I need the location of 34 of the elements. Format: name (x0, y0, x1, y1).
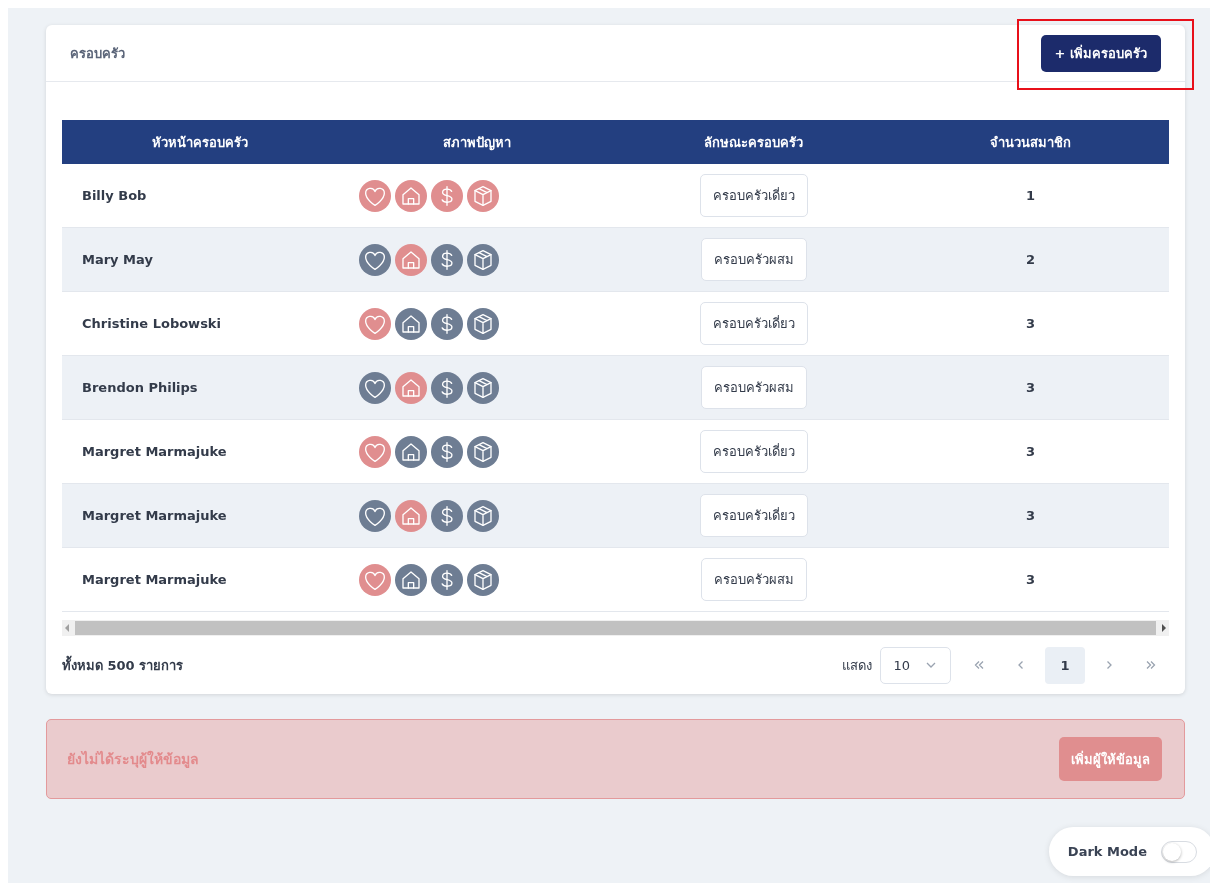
table-cell: 3 (1026, 380, 1036, 395)
horizontal-scrollbar[interactable] (62, 620, 1169, 636)
column-header: ลักษณะครอบครัว (703, 133, 805, 152)
column-header: สภาพปัญหา (442, 133, 513, 153)
table-cell-text: Margret Marmajuke (81, 444, 228, 459)
table-cell-text: Mary May (81, 252, 154, 267)
table-cell: 3 (1026, 316, 1036, 331)
card-title: ครอบครัว (70, 44, 125, 63)
column-header: จำนวนสมาชิก (989, 133, 1073, 152)
family-type-tag: ครอบครัวเดี่ยว (699, 430, 808, 473)
table-cell: 3 (1026, 572, 1036, 587)
table-cell-text: Margret Marmajuke (81, 572, 228, 587)
table-cell-text: Brendon Philips (81, 380, 199, 395)
family-type-tag: ครอบครัวผสม (700, 366, 807, 409)
family-type-tag: ครอบครัวผสม (700, 238, 807, 281)
table-cell-text: Christine Lobowski (81, 316, 222, 331)
table-cell: 2 (1026, 252, 1036, 267)
page-button[interactable]: 1 (1045, 646, 1085, 684)
warning-message: ยังไม่ได้ระบุผู้ให้ข้อมูล (67, 749, 199, 770)
column-header: หัวหน้าครอบครัว (151, 133, 250, 152)
total-count: ทั้งหมด 500 รายการ (62, 654, 184, 675)
family-type-tag: ครอบครัวเดี่ยว (699, 494, 808, 537)
family-type-tag: ครอบครัวเดี่ยว (699, 302, 808, 345)
add-family-button[interactable]: + เพิ่มครอบครัว (1040, 34, 1161, 72)
table-cell: 3 (1026, 444, 1036, 459)
table-cell-text: Margret Marmajuke (81, 508, 228, 523)
table-cell: 1 (1026, 188, 1036, 203)
dark-mode-label: Dark Mode (1067, 844, 1147, 859)
family-type-tag: ครอบครัวผสม (700, 558, 807, 601)
table-cell-text: Billy Bob (81, 188, 148, 203)
family-type-tag: ครอบครัวเดี่ยว (699, 174, 808, 217)
page-size-select[interactable]: 10 (880, 646, 951, 684)
table-cell: 3 (1026, 508, 1036, 523)
page-size-label: แสดง (842, 656, 873, 675)
